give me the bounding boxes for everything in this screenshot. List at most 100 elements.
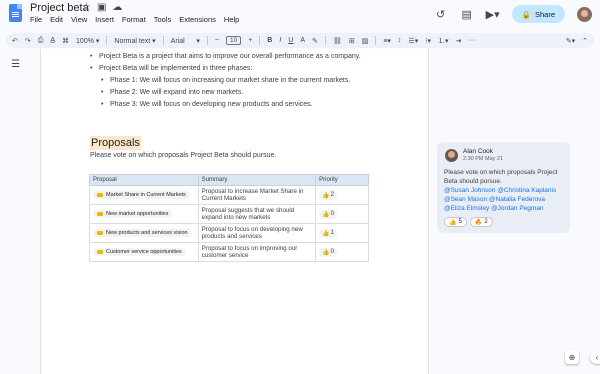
font-size-decrease[interactable]: −	[215, 37, 219, 44]
chip-label: Customer service opportunities	[106, 249, 182, 255]
underline-icon[interactable]: U	[288, 37, 293, 44]
link-icon[interactable]: ⛓	[333, 37, 342, 45]
proposal-cell: New products and services vision	[89, 223, 199, 243]
chip-label: New market opportunities	[106, 211, 169, 217]
priority-cell: 👍 0	[315, 242, 369, 262]
toolbar: ↶ ↷ ⎙ A̲ ⌘ 100% ▾ Normal text ▾ Arial ▾ …	[6, 33, 594, 48]
menu-edit[interactable]: Edit	[50, 15, 63, 24]
indent-icon[interactable]: ⇥	[455, 37, 461, 45]
menu-insert[interactable]: Insert	[95, 15, 114, 24]
vote-chip[interactable]: 👍 0	[319, 209, 337, 219]
document-page[interactable]: • Project Beta is a project that aims to …	[40, 49, 429, 374]
italic-icon[interactable]: I	[279, 37, 281, 44]
image-icon[interactable]: ▨	[362, 37, 369, 45]
menu-tools[interactable]: Tools	[154, 15, 172, 24]
history-icon[interactable]: ↺	[434, 8, 448, 21]
font-select[interactable]: Arial ▾	[171, 37, 200, 45]
spellcheck-icon[interactable]: A̲	[50, 37, 55, 44]
thumbs-up-icon: 👍	[449, 219, 457, 226]
text-color-icon[interactable]: A	[300, 37, 305, 44]
proposal-cell: Customer service opportunities	[89, 242, 199, 262]
thumbs-up-icon: 👍	[322, 230, 330, 237]
summary-cell: Proposal suggests that we should expand …	[197, 204, 317, 224]
paint-format-icon[interactable]: ⌘	[62, 37, 69, 45]
mention[interactable]: @Susan Johnson	[444, 187, 495, 194]
add-comment-fab-icon[interactable]: ⊕	[565, 350, 579, 364]
doc-title[interactable]: Project beta	[30, 2, 89, 14]
meet-icon[interactable]: ▶▾	[486, 8, 500, 21]
style-select[interactable]: Normal text ▾	[114, 37, 155, 45]
folder-move-icon[interactable]: ▣	[97, 2, 106, 13]
comment-time: 2:30 PM May 21	[463, 156, 504, 162]
comment-icon[interactable]: ▤	[460, 8, 474, 21]
star-icon[interactable]: ☆	[82, 2, 91, 13]
undo-icon[interactable]: ↶	[12, 37, 18, 45]
vote-chip[interactable]: 👍 0	[319, 247, 337, 257]
file-icon	[97, 193, 103, 197]
column-header: Summary	[197, 174, 317, 186]
file-chip[interactable]: Customer service opportunities	[93, 248, 186, 256]
vote-chip[interactable]: 👍 1	[319, 228, 337, 238]
section-subtitle: Please vote on which proposals Project B…	[90, 152, 277, 159]
table-row: New market opportunities Proposal sugges…	[89, 204, 369, 224]
side-panel-toggle-icon[interactable]: ‹	[590, 350, 600, 364]
app-header: Project beta ☆ ▣ ☁ File Edit View Insert…	[0, 0, 600, 31]
pencil-icon[interactable]: ✎▾	[566, 37, 575, 45]
mention[interactable]: @Sean Mason	[444, 196, 487, 203]
bullet-text: Phase 1: We will focus on increasing our…	[110, 77, 351, 84]
menu-bar: File Edit View Insert Format Tools Exten…	[30, 15, 239, 24]
zoom-select[interactable]: 100% ▾	[76, 37, 99, 45]
comment-author: Alan Cook	[463, 148, 493, 155]
font-size-increase[interactable]: +	[248, 37, 252, 44]
share-button[interactable]: 🔒 Share	[511, 5, 565, 23]
chip-label: New products and services vision	[106, 230, 188, 236]
mention[interactable]: @Christina Kaplanis	[497, 187, 556, 194]
file-chip[interactable]: New market opportunities	[93, 210, 173, 218]
more-options[interactable]: ···	[468, 37, 475, 44]
column-header: Priority	[315, 174, 369, 186]
vote-chip[interactable]: 👍 2	[319, 190, 337, 200]
menu-help[interactable]: Help	[224, 15, 239, 24]
table-header-row: Proposal Summary Priority	[89, 174, 369, 186]
file-chip[interactable]: Market Share in Current Markets	[93, 191, 190, 199]
menu-format[interactable]: Format	[122, 15, 146, 24]
bullet-text: Phase 2: We will expand into new markets…	[110, 89, 244, 96]
avatar[interactable]	[577, 6, 592, 22]
reaction-thumbs-up[interactable]: 👍 5	[444, 217, 467, 227]
outline-icon[interactable]: ☰	[11, 59, 20, 70]
vote-count: 1	[330, 230, 334, 236]
file-chip[interactable]: New products and services vision	[93, 229, 192, 237]
redo-icon[interactable]: ↷	[25, 37, 31, 45]
print-icon[interactable]: ⎙	[38, 37, 44, 45]
title-icons: ☆ ▣ ☁	[82, 2, 122, 13]
mention[interactable]: @Eliza Elmsley	[444, 205, 489, 212]
cloud-icon[interactable]: ☁	[112, 2, 122, 13]
divider	[162, 36, 164, 45]
checklist-icon[interactable]: ☰▾	[408, 37, 418, 45]
collapse-toolbar-icon[interactable]: ⌃	[582, 37, 588, 45]
bulleted-list-icon[interactable]: ⁝▾	[425, 37, 431, 45]
mention[interactable]: @Jordan Pegman	[491, 205, 544, 212]
reaction-fire[interactable]: 🔥 2	[469, 217, 493, 227]
list-item: • Phase 1: We will focus on increasing ou…	[101, 77, 351, 84]
comment-avatar	[445, 149, 458, 162]
reactions: 👍 5 🔥 2	[444, 217, 493, 227]
table-row: Market Share in Current Markets Proposal…	[89, 185, 369, 205]
lock-icon: 🔒	[521, 9, 531, 19]
line-spacing-icon[interactable]: ↕	[398, 37, 402, 44]
bold-icon[interactable]: B	[267, 37, 272, 44]
font-value: Arial	[170, 37, 185, 45]
comment-card[interactable]: Alan Cook 2:30 PM May 21 Please vote on …	[437, 142, 570, 233]
align-icon[interactable]: ≡▾	[383, 37, 391, 45]
font-size-input[interactable]: 10	[225, 36, 242, 45]
highlight-icon[interactable]: ✎	[312, 37, 318, 45]
bullet-text: Project Beta will be implemented in thre…	[99, 65, 253, 72]
numbered-list-icon[interactable]: ⒈▾	[438, 36, 449, 46]
menu-view[interactable]: View	[71, 15, 87, 24]
menu-extensions[interactable]: Extensions	[179, 15, 216, 24]
add-comment-icon[interactable]: ⊞	[349, 37, 355, 45]
docs-logo-icon[interactable]	[9, 4, 22, 22]
mention[interactable]: @Natalia Federova	[489, 196, 545, 203]
vote-count: 0	[330, 211, 334, 217]
menu-file[interactable]: File	[30, 15, 42, 24]
